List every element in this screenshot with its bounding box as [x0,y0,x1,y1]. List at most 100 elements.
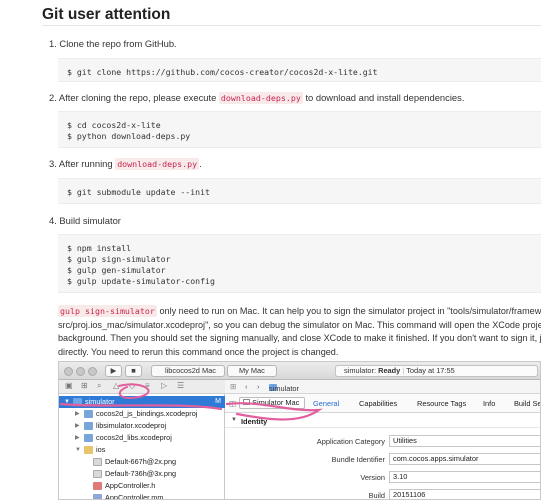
tab-info[interactable]: Info [483,399,495,408]
code-line: $ gulp update-simulator-config [67,276,215,286]
application-category-select[interactable]: Utilities [389,435,540,447]
tab-capabilities[interactable]: Capabilities [359,399,397,408]
note-line-1: gulp sign-simulator only need to run on … [58,305,541,319]
breakpoint-icon[interactable]: ▷ [161,381,167,390]
section-title: Identity [241,417,268,426]
activity-status: simulator: Ready | Today at 17:55 [335,365,538,377]
identity-section-header[interactable]: ▼ Identity [225,415,540,428]
scheme-label: libcocos2d Mac [165,366,216,375]
inline-code-download-deps: download-deps.py [115,158,200,170]
folder-icon [84,446,93,454]
project-editor: ⊞ ‹ › simulator ◫ Simulator Mac General … [225,380,540,500]
stop-button[interactable]: ■ [125,365,142,377]
project-file-icon [84,434,93,442]
code-line: $ npm install [67,243,132,253]
nav-item-cocos2d-js-bindings[interactable]: ▶ cocos2d_js_bindings.xcodeproj [59,408,225,420]
app-target-icon [243,399,250,405]
disclosure-closed-icon[interactable]: ▶ [75,420,80,432]
step-3-text: 3. After running download-deps.py. [49,158,202,170]
back-arrow-icon[interactable]: ‹ [245,382,247,391]
nav-item-label: cocos2d_libs.xcodeproj [96,433,172,442]
step-2-text-before: 2. After cloning the repo, please execut… [49,92,219,103]
note-line-2: src/proj.ios_mac/simulator.xcodeproj", s… [58,319,541,330]
code-line: $ gulp sign-simulator [67,254,171,264]
disclosure-open-icon[interactable]: ▼ [64,396,70,408]
code-block-submodule: $ git submodule update --init [58,178,541,204]
version-field[interactable]: 3.10 [389,471,540,483]
nav-item-ios-folder[interactable]: ▼ ios [59,444,225,456]
section-heading: Git user attention [42,6,171,23]
report-icon[interactable]: ☰ [177,381,184,390]
tab-general[interactable]: General [313,399,339,408]
warning-icon[interactable]: △ [113,381,119,390]
destination-selector[interactable]: My Mac [227,365,277,377]
code-line: $ gulp gen-simulator [67,265,166,275]
nav-item-label: cocos2d_js_bindings.xcodeproj [96,409,198,418]
navigator-selector-bar: ▣ ⊞ ⌕ △ ◇ ≡ ▷ ☰ [59,380,225,394]
debug-icon[interactable]: ≡ [145,381,150,390]
nav-item-appcontroller-h[interactable]: AppController.h [59,480,225,492]
image-file-icon [93,470,102,478]
window-zoom-button[interactable] [88,367,97,376]
xcode-screenshot: ▶ ■ libcocos2d Mac My Mac simulator: Rea… [58,361,541,500]
header-file-icon [93,482,102,490]
nav-item-simulator[interactable]: ▼ simulator M [59,396,225,408]
modified-mark: M [215,398,221,405]
scheme-selector[interactable]: libcocos2d Mac [151,365,225,377]
stop-icon: ■ [131,366,136,375]
window-minimize-button[interactable] [76,367,85,376]
run-button[interactable]: ▶ [105,365,122,377]
play-icon: ▶ [110,366,117,375]
image-file-icon [93,458,102,466]
field-label: Build [368,491,385,500]
symbol-icon[interactable]: ⊞ [81,381,88,390]
status-state: Ready [378,366,401,375]
status-time: Today at 17:55 [406,366,455,375]
nav-item-default-736h[interactable]: Default-736h@3x.png [59,468,225,480]
build-field[interactable]: 20151106 [389,489,540,499]
disclosure-open-icon[interactable]: ▼ [231,417,237,423]
destination-label: My Mac [239,366,265,375]
project-icon [73,398,82,406]
step-1-text: 1. Clone the repo from GitHub. [49,38,177,49]
disclosure-closed-icon[interactable]: ▶ [75,408,80,420]
code-block-clone: $ git clone https://github.com/cocos-cre… [58,58,541,82]
disclosure-closed-icon[interactable]: ▶ [75,432,80,444]
note-paragraph: gulp sign-simulator only need to run on … [58,305,541,359]
nav-item-label: Default-736h@3x.png [105,469,177,478]
code-line: $ cd cocos2d-x-lite [67,120,161,130]
field-label: Bundle Identifier [331,455,385,464]
tab-build-settings[interactable]: Build Se [514,399,540,408]
disclosure-open-icon[interactable]: ▼ [75,444,81,456]
forward-arrow-icon[interactable]: › [257,382,259,391]
inline-code-download-deps: download-deps.py [218,92,303,104]
code-block-build: $ npm install $ gulp sign-simulator $ gu… [58,234,541,293]
nav-item-label: libsimulator.xcodeproj [96,421,167,430]
note-line-4: directly. You need to rerun this command… [58,346,339,357]
test-icon[interactable]: ◇ [129,381,135,390]
bundle-identifier-field[interactable]: com.cocos.apps.simulator [389,453,540,465]
step-4-text: 4. Build simulator [49,215,121,226]
nav-item-appcontroller-mm[interactable]: AppController.mm [59,492,225,499]
step-3-text-after: . [199,158,202,169]
sidebar-toggle-icon[interactable]: ◫ [229,399,236,408]
step-3-text-before: 3. After running [49,158,116,169]
field-label: Version [360,473,385,482]
folder-icon[interactable]: ▣ [65,381,73,390]
project-file-icon [84,422,93,430]
grid-icon[interactable]: ⊞ [230,382,236,391]
step-2-text: 2. After cloning the repo, please execut… [49,92,464,104]
nav-item-libsimulator[interactable]: ▶ libsimulator.xcodeproj [59,420,225,432]
search-icon[interactable]: ⌕ [97,381,101,391]
target-selector[interactable]: Simulator Mac [239,397,305,409]
nav-item-default-667h[interactable]: Default-667h@2x.png [59,456,225,468]
window-close-button[interactable] [64,367,73,376]
nav-item-cocos2d-libs[interactable]: ▶ cocos2d_libs.xcodeproj [59,432,225,444]
note-line-1-text: only need to run on Mac. It can help you… [156,306,541,316]
tab-resource-tags[interactable]: Resource Tags [417,399,466,408]
project-navigator: ▼ simulator M ▶ cocos2d_js_bindings.xcod… [59,394,225,499]
xcode-toolbar: ▶ ■ libcocos2d Mac My Mac simulator: Rea… [59,362,540,380]
inline-code-sign-simulator: gulp sign-simulator [58,305,157,317]
nav-item-label: ios [96,445,106,454]
code-line: $ python download-deps.py [67,131,191,141]
